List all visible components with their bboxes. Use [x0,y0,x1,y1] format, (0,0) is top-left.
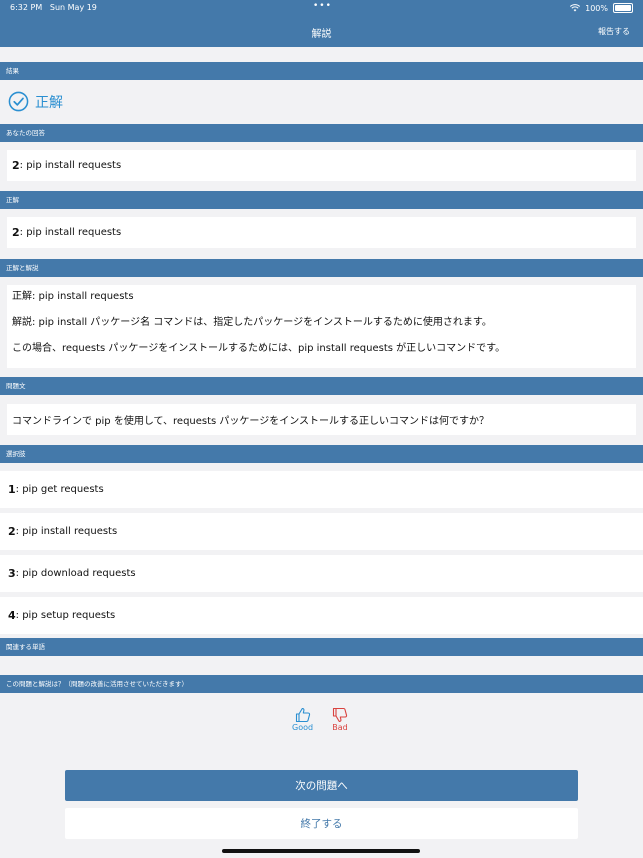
bad-button[interactable]: Bad [332,707,348,732]
navigation-bar: 6:32 PM Sun May 19 ••• 100% 解説 報告する [0,0,643,47]
check-circle-icon [8,91,29,112]
status-right: 100% [570,3,633,13]
good-button[interactable]: Good [292,707,313,732]
section-header-your-answer: あなたの回答 [0,124,643,142]
result-indicator: 正解 [8,91,63,112]
section-header-question: 問題文 [0,377,643,395]
choice-number: 2 [8,525,16,538]
explanation-card: 正解: pip install requests 解説: pip install… [7,285,636,368]
section-header-choices: 選択肢 [0,445,643,463]
correct-answer-number: 2 [12,226,20,239]
home-indicator[interactable] [222,849,420,853]
your-answer-text: : pip install requests [19,160,122,171]
section-header-feedback: この問題と解説は？（問題の改善に活用させていただきます） [0,675,643,693]
question-text: コマンドラインで pip を使用して、requests パッケージをインストール… [12,416,490,427]
section-header-correct: 正解 [0,191,643,209]
question-card: コマンドラインで pip を使用して、requests パッケージをインストール… [7,404,636,435]
choice-item-4[interactable]: 4: pip setup requests [0,597,643,634]
choice-number: 3 [8,567,16,580]
section-header-related: 関連する単語 [0,638,643,656]
page-title: 解説 [311,29,332,40]
section-header-explanation: 正解と解説 [0,259,643,277]
result-label: 正解 [35,94,63,111]
status-time: 6:32 PM Sun May 19 [10,3,97,12]
choice-text: : pip download requests [15,568,136,579]
thumbs-down-icon [332,707,348,722]
battery-percent: 100% [585,3,608,13]
finish-button[interactable]: 終了する [65,808,578,839]
report-button[interactable]: 報告する [598,26,630,37]
choice-number: 1 [8,483,16,496]
status-time-text: 6:32 PM [10,3,43,12]
choice-item-1[interactable]: 1: pip get requests [0,471,643,508]
bad-label: Bad [332,723,348,732]
choice-text: : pip get requests [15,484,104,495]
good-label: Good [292,723,314,732]
your-answer-number: 2 [12,159,20,172]
multitask-dots-icon[interactable]: ••• [313,1,332,11]
choice-item-3[interactable]: 3: pip download requests [0,555,643,592]
section-header-result: 結果 [0,62,643,80]
choice-item-2[interactable]: 2: pip install requests [0,513,643,550]
choice-text: : pip setup requests [15,610,116,621]
correct-answer-card: 2: pip install requests [7,217,636,248]
explanation-line-1: 正解: pip install requests [12,291,134,302]
thumbs-up-icon [295,708,310,723]
choice-text: : pip install requests [15,526,118,537]
explanation-line-3: この場合、requests パッケージをインストールするためには、pip ins… [12,343,506,354]
wifi-icon [570,4,581,12]
choice-number: 4 [8,609,16,622]
correct-answer-text: : pip install requests [19,227,122,238]
status-date-text: Sun May 19 [49,3,97,12]
your-answer-card: 2: pip install requests [7,150,636,181]
battery-icon [613,3,633,13]
next-question-button[interactable]: 次の問題へ [65,770,578,801]
explanation-line-2: 解説: pip install パッケージ名 コマンドは、指定したパッケージをイ… [12,317,492,328]
